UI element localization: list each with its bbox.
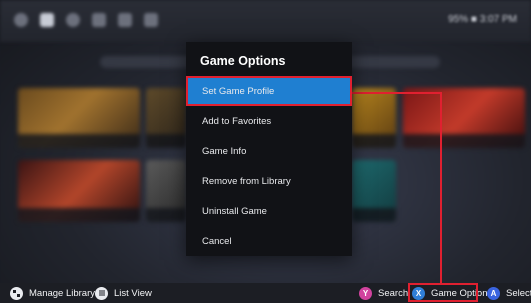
menu-item-set-game-profile[interactable]: Set Game Profile (186, 76, 352, 106)
menu-item-uninstall-game[interactable]: Uninstall Game (186, 196, 352, 226)
hint-search[interactable]: Y Search (359, 286, 408, 300)
hint-label: Manage Library (29, 287, 96, 299)
apps-icon (118, 13, 132, 27)
media-icon (92, 13, 106, 27)
hint-select[interactable]: A Select (487, 286, 531, 300)
hint-label: Search (378, 287, 409, 299)
store-icon (66, 13, 80, 27)
game-tile[interactable] (146, 88, 186, 148)
home-icon (14, 13, 28, 27)
menu-item-remove-from-library[interactable]: Remove from Library (186, 166, 352, 196)
menu-item-cancel[interactable]: Cancel (186, 226, 352, 256)
game-tile[interactable] (18, 160, 140, 222)
hint-label: List View (114, 287, 152, 299)
game-tile[interactable] (403, 88, 525, 148)
hint-list-view[interactable]: List View (95, 286, 152, 300)
dialog-title: Game Options (200, 54, 286, 68)
menu-item-add-to-favorites[interactable]: Add to Favorites (186, 106, 352, 136)
view-button-icon (10, 286, 23, 300)
game-tile[interactable] (146, 160, 186, 222)
hint-manage-library[interactable]: Manage Library (10, 286, 95, 300)
menu-button-icon (95, 286, 108, 300)
game-options-dialog: Game Options Set Game Profile Add to Fav… (186, 42, 352, 256)
status-readout: 95% ■ 3:07 PM (448, 14, 517, 25)
game-tile[interactable] (352, 88, 396, 148)
game-tile[interactable] (352, 160, 396, 222)
y-button-icon: Y (359, 286, 372, 300)
callout-line (440, 92, 442, 284)
hint-label: Select (506, 287, 531, 299)
library-icon (40, 13, 54, 27)
highlight-box (408, 283, 478, 302)
a-button-icon: A (487, 286, 500, 300)
menu-item-game-info[interactable]: Game Info (186, 136, 352, 166)
game-tile[interactable] (18, 88, 140, 148)
callout-line (352, 92, 441, 94)
settings-icon (144, 13, 158, 27)
